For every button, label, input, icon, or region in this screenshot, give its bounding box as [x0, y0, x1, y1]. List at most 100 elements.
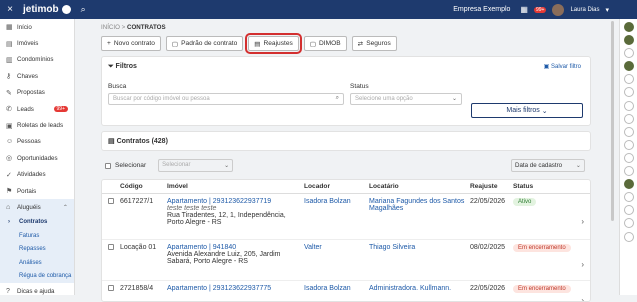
- rail-avatar-icon[interactable]: [624, 179, 634, 189]
- sidebar-item-4[interactable]: ✎Propostas: [0, 85, 74, 101]
- row-checkbox[interactable]: [108, 198, 114, 204]
- rail-avatar-icon[interactable]: [624, 87, 634, 97]
- rail-avatar-icon[interactable]: [624, 101, 634, 111]
- sidebar-item-8[interactable]: ◎Oportunidades: [0, 150, 74, 166]
- header-adjustment[interactable]: Reajuste: [470, 183, 513, 190]
- rail-avatar-icon[interactable]: [624, 232, 634, 242]
- breadcrumb-home[interactable]: INÍCIO: [101, 24, 120, 31]
- toolbar-icon: ▤: [254, 40, 260, 48]
- toolbar-button-2[interactable]: ▤Reajustes: [248, 36, 299, 51]
- property-address: Avenida Alexandre Luiz, 205, Jardim Saba…: [167, 251, 281, 265]
- chevron-right-icon[interactable]: ›: [581, 217, 584, 226]
- chevron-right-icon[interactable]: ›: [581, 296, 584, 302]
- rail-avatar-icon[interactable]: [624, 127, 634, 137]
- header-property[interactable]: Imóvel: [167, 183, 304, 190]
- company-name[interactable]: Empresa Exemplo: [453, 6, 510, 13]
- toolbar-button-4[interactable]: ⇄Seguros: [352, 36, 397, 51]
- header-landlord[interactable]: Locador: [304, 183, 369, 190]
- save-icon: ▣: [544, 64, 551, 70]
- chevron-down-icon: ⌄: [224, 162, 229, 169]
- sidebar-item-5[interactable]: ✆Leads99+: [0, 101, 74, 117]
- row-cell-checkbox: [102, 194, 120, 239]
- save-filter-button[interactable]: ▣ Salvar filtro: [544, 63, 581, 70]
- sidebar-subitem-3[interactable]: Análises: [0, 256, 74, 270]
- rail-avatar-icon[interactable]: [624, 205, 634, 215]
- scrollbar[interactable]: [611, 19, 616, 295]
- rail-avatar-icon[interactable]: [624, 140, 634, 150]
- row-tenant[interactable]: Thiago Silveira: [369, 240, 470, 280]
- toolbar-button-3[interactable]: ▢DIMOB: [304, 36, 347, 51]
- close-icon[interactable]: ×: [0, 4, 20, 15]
- row-tenant[interactable]: Mariana Fagundes dos Santos Magalhães: [369, 194, 470, 239]
- row-landlord[interactable]: Isadora Bolzan: [304, 281, 369, 302]
- logo[interactable]: jetimob: [23, 4, 71, 15]
- sidebar-item-3[interactable]: ⚷Chaves: [0, 68, 74, 84]
- chevron-down-icon[interactable]: ▾: [605, 6, 609, 14]
- sidebar-item-label: Roletas de leads: [17, 122, 63, 129]
- table-row[interactable]: 6617227/1 Apartamento | 293123622937719t…: [102, 194, 590, 240]
- select-all-checkbox[interactable]: [105, 163, 111, 169]
- rail-avatar-icon[interactable]: [624, 48, 634, 58]
- sidebar-item-9[interactable]: ✓Atividades: [0, 167, 74, 183]
- avatar[interactable]: [552, 4, 564, 16]
- header-code[interactable]: Código: [120, 183, 167, 190]
- sidebar-item-6[interactable]: ▣Roletas de leads: [0, 117, 74, 133]
- row-checkbox[interactable]: [108, 285, 114, 291]
- sort-select[interactable]: Data de cadastro ⌄: [511, 159, 585, 172]
- table-row[interactable]: Locação 01 Apartamento | 941840Avenida A…: [102, 240, 590, 281]
- rail-avatar-icon[interactable]: [624, 35, 634, 45]
- status-select[interactable]: Selecione uma opção⌄: [350, 93, 462, 105]
- filters-card: ⏷ Filtros ▣ Salvar filtro Busca Buscar p…: [101, 56, 591, 126]
- toolbar-button-0[interactable]: +Novo contrato: [101, 36, 161, 51]
- sidebar-icon: ▤: [6, 40, 17, 48]
- sidebar-help[interactable]: ?Dicas e ajuda: [0, 283, 74, 299]
- chevron-right-icon[interactable]: ›: [581, 260, 584, 269]
- sidebar-item-7[interactable]: ☺Pessoas: [0, 134, 74, 150]
- rail-avatar-icon[interactable]: [624, 153, 634, 163]
- row-checkbox[interactable]: [108, 244, 114, 250]
- row-landlord[interactable]: Isadora Bolzan: [304, 194, 369, 239]
- rail-avatar-icon[interactable]: [624, 114, 634, 124]
- user-name[interactable]: Laura Dias: [570, 7, 599, 13]
- sidebar-item-2[interactable]: ▥Condomínios: [0, 52, 74, 68]
- row-adjustment-date: 22/05/2026: [470, 281, 513, 302]
- more-filters-button[interactable]: Mais filtros ⌄: [471, 103, 583, 118]
- sidebar-item-10[interactable]: ⚑Portais: [0, 183, 74, 199]
- search-icon[interactable]: ⌕: [81, 4, 86, 15]
- row-landlord[interactable]: Valter: [304, 240, 369, 280]
- status-badge: Em encerramento: [513, 285, 571, 293]
- toolbar-label: DIMOB: [319, 40, 341, 47]
- property-link[interactable]: Apartamento | 941840: [167, 244, 236, 251]
- rail-avatar-icon[interactable]: [624, 61, 634, 71]
- search-input[interactable]: Buscar por código imóvel ou pessoa⌕: [108, 93, 344, 105]
- rail-avatar-icon[interactable]: [624, 74, 634, 84]
- rail-avatar-icon[interactable]: [624, 192, 634, 202]
- search-placeholder: Buscar por código imóvel ou pessoa: [113, 96, 210, 102]
- header-status[interactable]: Status: [513, 183, 573, 190]
- rail-avatar-icon[interactable]: [624, 166, 634, 176]
- sidebar-subitem-4[interactable]: Régua de cobrança: [0, 270, 74, 284]
- table-row[interactable]: 2721858/4 Apartamento | 293123622937775 …: [102, 281, 590, 302]
- sidebar-item-1[interactable]: ▤Imóveis: [0, 35, 74, 51]
- row-adjustment-date: 08/02/2025: [470, 240, 513, 280]
- sidebar-item-11[interactable]: ⌂Aluguéis⌃: [0, 199, 74, 215]
- sidebar-item-0[interactable]: ▦Início: [0, 19, 74, 35]
- rail-avatar-icon[interactable]: [624, 218, 634, 228]
- sidebar-subitem-2[interactable]: Repasses: [0, 243, 74, 257]
- sidebar-subitem-1[interactable]: Faturas: [0, 229, 74, 243]
- toolbar-label: Padrão de contrato: [181, 40, 237, 47]
- bulk-action-select[interactable]: Selecionar ⌄: [158, 159, 233, 172]
- toolbar-button-1[interactable]: ▢Padrão de contrato: [166, 36, 243, 51]
- header-tenant[interactable]: Locatário: [369, 183, 470, 190]
- property-link[interactable]: Apartamento | 293123622937775: [167, 285, 271, 292]
- row-property: Apartamento | 293123622937775: [167, 281, 304, 302]
- property-link[interactable]: Apartamento | 293123622937719: [167, 198, 271, 205]
- help-icon: ?: [6, 288, 17, 295]
- apps-grid-icon[interactable]: ▦: [520, 5, 528, 14]
- sidebar-subitem-0[interactable]: ›Contratos: [0, 216, 74, 230]
- rail-avatar-icon[interactable]: [624, 22, 634, 32]
- row-tenant[interactable]: Administradora. Kullmann.: [369, 281, 470, 302]
- row-property: Apartamento | 941840Avenida Alexandre Lu…: [167, 240, 304, 280]
- row-cell-checkbox: [102, 281, 120, 302]
- notification-badge[interactable]: 99+: [534, 7, 546, 13]
